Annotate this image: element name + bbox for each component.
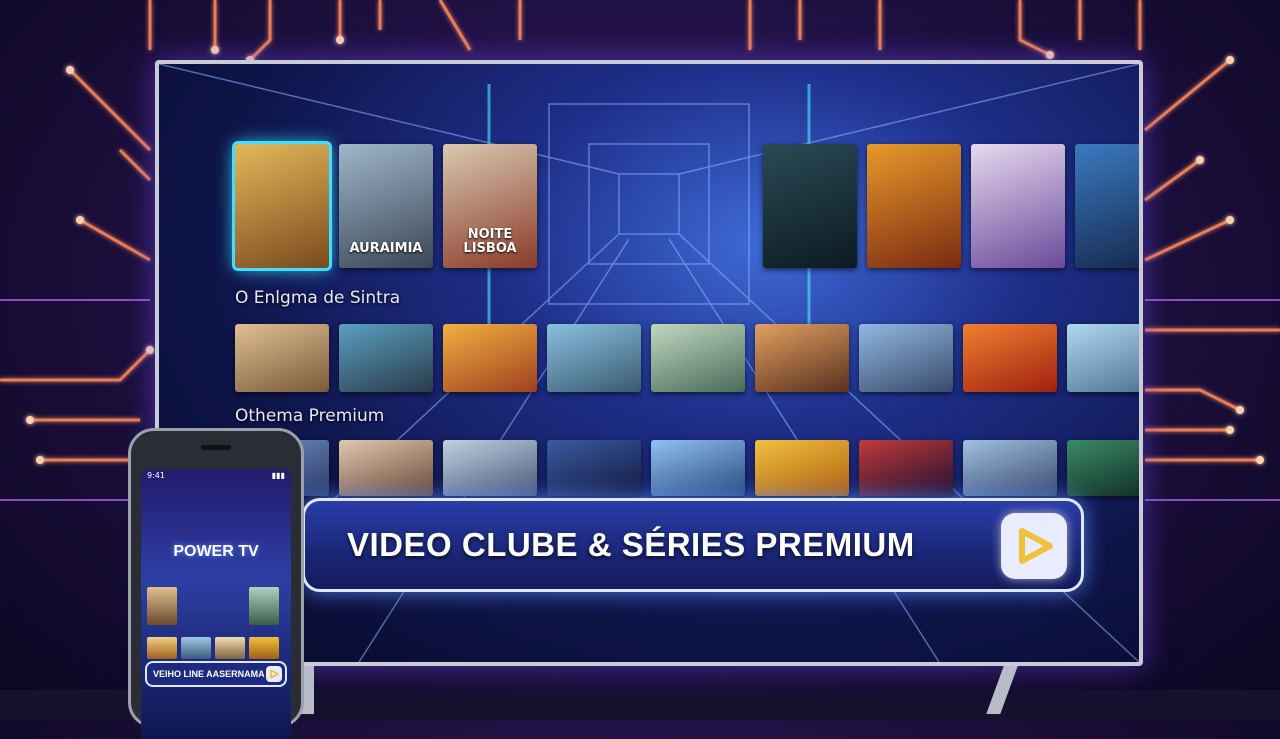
featured-row: AURAIMIA NOITE LISBOA (232, 141, 1139, 271)
phone-app-title: POWER TV (173, 543, 259, 560)
play-triangle-icon (270, 669, 279, 679)
phone-poster[interactable] (147, 637, 177, 659)
play-button[interactable] (1001, 513, 1067, 579)
poster-tile[interactable] (963, 440, 1057, 496)
banner-text: VIDEO CLUBE & SÉRIES PREMIUM (347, 526, 915, 563)
phone-status-bar: 9:41 ▮▮▮ (147, 471, 285, 480)
phone-poster[interactable] (147, 587, 177, 625)
phone-banner-text: VEIHO LINE AASERNAMA (153, 669, 265, 679)
section-title: Othema Premium (235, 406, 385, 426)
poster-tile[interactable] (651, 440, 745, 496)
row-gap (547, 144, 753, 268)
poster-tile[interactable] (859, 440, 953, 496)
poster-tile[interactable] (859, 324, 953, 392)
catalog-row-1 (235, 324, 1139, 392)
poster-tile[interactable] (755, 440, 849, 496)
catalog-row-2 (235, 440, 1139, 496)
poster-tile[interactable]: NOITE LISBOA (443, 144, 537, 268)
poster-tile[interactable] (232, 141, 332, 271)
poster-tile[interactable] (1075, 144, 1139, 268)
smartphone: 9:41 ▮▮▮ POWER TV VEIHO LINE AASERNAMA (128, 428, 304, 739)
phone-screen: 9:41 ▮▮▮ POWER TV VEIHO LINE AASERNAMA (141, 469, 291, 739)
phone-speaker (201, 445, 231, 450)
poster-tile[interactable] (1067, 324, 1139, 392)
poster-tile[interactable] (547, 440, 641, 496)
phone-poster[interactable] (181, 637, 211, 659)
poster-tile[interactable] (443, 440, 537, 496)
poster-tile[interactable] (547, 324, 641, 392)
poster-tile[interactable] (755, 324, 849, 392)
poster-tile[interactable] (963, 324, 1057, 392)
poster-tile[interactable] (339, 324, 433, 392)
status-time: 9:41 (147, 471, 165, 480)
phone-poster[interactable] (215, 587, 245, 625)
phone-play-button[interactable] (266, 666, 282, 682)
phone-row-1 (147, 587, 279, 625)
poster-tile[interactable] (1067, 440, 1139, 496)
poster-tile[interactable]: AURAIMIA (339, 144, 433, 268)
poster-tile[interactable] (763, 144, 857, 268)
section-title: O Enlgma de Sintra (235, 288, 401, 308)
phone-poster[interactable] (249, 637, 279, 659)
phone-promo-banner[interactable]: VEIHO LINE AASERNAMA (145, 661, 287, 687)
poster-tile[interactable] (867, 144, 961, 268)
phone-poster[interactable] (249, 587, 279, 625)
promo-banner[interactable]: VIDEO CLUBE & SÉRIES PREMIUM (302, 498, 1084, 592)
poster-tile[interactable] (651, 324, 745, 392)
poster-tile[interactable] (235, 324, 329, 392)
poster-tile[interactable] (971, 144, 1065, 268)
battery-icon: ▮▮▮ (271, 471, 285, 480)
phone-poster[interactable] (181, 587, 211, 625)
phone-poster[interactable] (215, 637, 245, 659)
poster-tile[interactable] (339, 440, 433, 496)
play-triangle-icon (1019, 528, 1053, 564)
phone-row-2 (147, 637, 279, 659)
poster-tile[interactable] (443, 324, 537, 392)
